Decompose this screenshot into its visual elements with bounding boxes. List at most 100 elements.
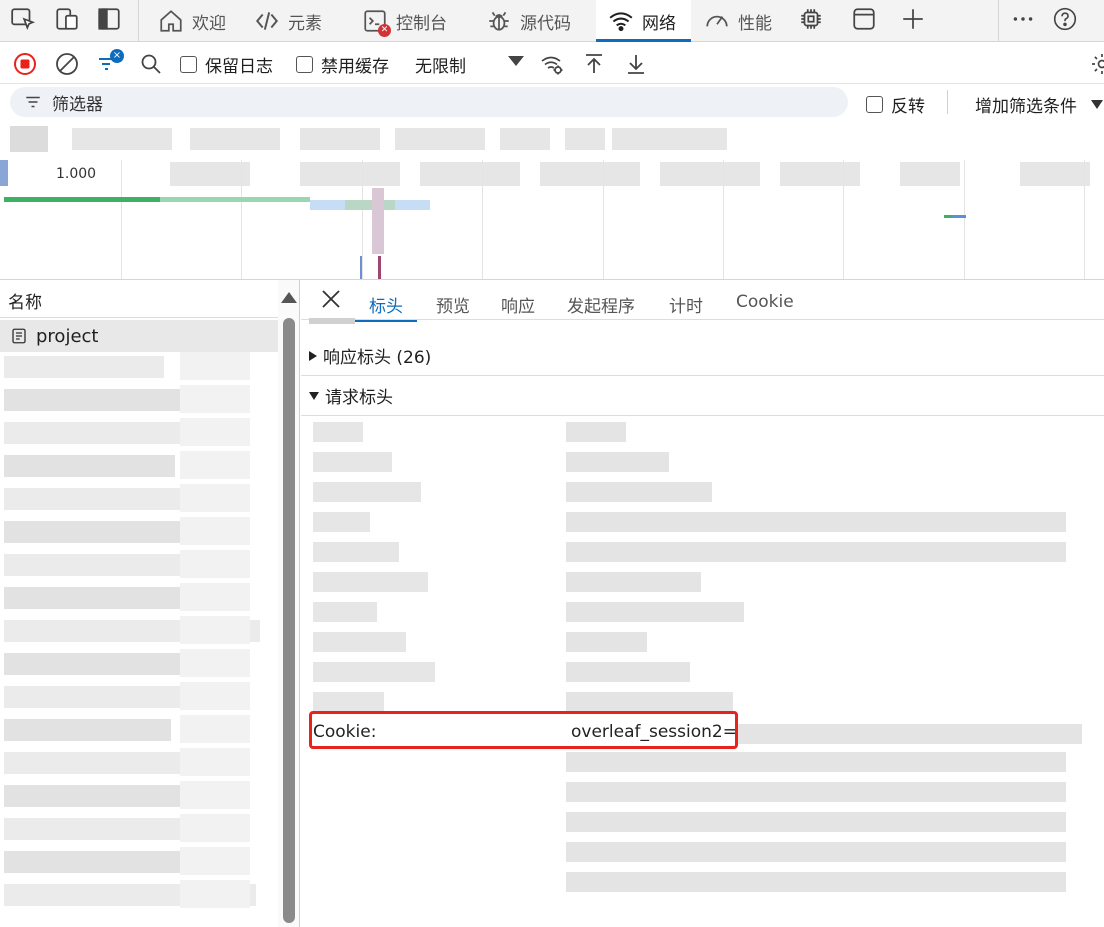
network-toolbar: × 保留日志 禁用缓存 无限制 bbox=[0, 42, 1104, 84]
blurred-header-value bbox=[566, 602, 744, 622]
add-tool-icon[interactable] bbox=[900, 6, 930, 36]
throttling-chevron-down-icon[interactable] bbox=[508, 56, 524, 66]
request-details-panel: 标头 预览 响应 发起程序 计时 Cookie 响应标头 (26) 请求标头 C… bbox=[301, 280, 1104, 927]
blurred-row bbox=[180, 649, 250, 677]
blurred-header-value bbox=[566, 692, 733, 712]
close-icon[interactable] bbox=[319, 287, 343, 311]
filter-toggle-button[interactable]: × bbox=[95, 49, 124, 78]
tab-sources[interactable]: 源代码 bbox=[480, 0, 577, 42]
blurred-header-value bbox=[566, 422, 626, 442]
tab-timing[interactable]: 计时 bbox=[669, 292, 703, 317]
tab-console[interactable]: ✕ 控制台 bbox=[356, 0, 453, 42]
blurred-row bbox=[180, 385, 250, 413]
throttling-select[interactable]: 无限制 bbox=[415, 52, 466, 77]
blurred-row bbox=[180, 451, 250, 479]
tab-label: 欢迎 bbox=[192, 13, 226, 34]
blurred-header-value bbox=[566, 452, 669, 472]
checkbox-label: 反转 bbox=[891, 97, 925, 117]
record-stop-icon bbox=[14, 53, 36, 75]
checkbox-box[interactable] bbox=[180, 56, 197, 73]
scrollbar-thumb[interactable] bbox=[283, 318, 295, 923]
application-panel-icon[interactable] bbox=[851, 6, 881, 36]
tab-welcome[interactable]: 欢迎 bbox=[152, 0, 232, 42]
home-icon bbox=[160, 10, 182, 32]
collapsed-section-remnant bbox=[309, 318, 369, 324]
blurred-row bbox=[4, 389, 201, 411]
blurred-row bbox=[4, 653, 197, 675]
blurred-header-name bbox=[313, 602, 377, 622]
blurred-row bbox=[4, 455, 175, 477]
section-title: 请求标头 bbox=[325, 388, 393, 408]
tab-initiator[interactable]: 发起程序 bbox=[567, 292, 635, 317]
checkbox-box[interactable] bbox=[296, 56, 313, 73]
blurred-header-name bbox=[313, 482, 421, 502]
record-button[interactable] bbox=[11, 50, 39, 78]
tab-performance[interactable]: 性能 bbox=[698, 0, 778, 42]
details-tabbar: 标头 预览 响应 发起程序 计时 Cookie bbox=[301, 280, 1104, 322]
blurred-row bbox=[180, 517, 250, 545]
gauge-icon bbox=[706, 15, 728, 27]
inspect-element-icon[interactable] bbox=[10, 6, 40, 36]
blurred-header-name bbox=[313, 542, 399, 562]
more-options-icon[interactable] bbox=[1010, 6, 1040, 36]
blurred-row bbox=[4, 356, 164, 378]
tab-label: 元素 bbox=[288, 13, 322, 34]
tab-headers[interactable]: 标头 bbox=[355, 292, 417, 322]
filter-input[interactable]: 筛选器 bbox=[10, 87, 848, 117]
network-conditions-button[interactable] bbox=[538, 50, 566, 78]
blurred-header-value bbox=[566, 482, 712, 502]
tab-preview[interactable]: 预览 bbox=[436, 292, 470, 317]
blurred-header-value bbox=[566, 512, 1066, 532]
scroll-up-icon[interactable] bbox=[281, 292, 297, 303]
preserve-log-checkbox[interactable]: 保留日志 bbox=[180, 52, 273, 77]
blurred-header-value bbox=[566, 632, 647, 652]
tab-label: 控制台 bbox=[396, 13, 447, 34]
disable-cache-checkbox[interactable]: 禁用缓存 bbox=[296, 52, 389, 77]
request-row-selected[interactable]: project bbox=[0, 320, 278, 352]
tab-response[interactable]: 响应 bbox=[501, 292, 535, 317]
error-badge-icon: ✕ bbox=[378, 24, 391, 37]
clear-button[interactable] bbox=[53, 50, 81, 78]
blurred-row bbox=[180, 814, 250, 842]
blurred-row bbox=[180, 682, 250, 710]
checkbox-label: 禁用缓存 bbox=[321, 57, 389, 77]
device-emulation-icon[interactable] bbox=[54, 6, 84, 36]
download-icon bbox=[628, 55, 644, 74]
overview-tick-label: 1.000 bbox=[56, 166, 97, 182]
network-overview-timeline[interactable]: 1.000 bbox=[0, 122, 1104, 280]
blurred-header-name bbox=[313, 572, 428, 592]
add-filter-dropdown[interactable]: 增加筛选条件 bbox=[975, 92, 1103, 117]
blurred-row bbox=[4, 554, 186, 576]
network-settings-button[interactable] bbox=[1088, 50, 1104, 78]
help-icon[interactable] bbox=[1052, 6, 1082, 36]
tab-cookies[interactable]: Cookie bbox=[736, 292, 794, 312]
collapse-arrow-icon bbox=[309, 391, 319, 400]
blurred-header-value bbox=[566, 842, 1066, 862]
memory-chip-icon[interactable] bbox=[798, 6, 828, 36]
code-icon bbox=[255, 12, 279, 30]
expand-arrow-icon bbox=[309, 350, 317, 361]
request-headers-section[interactable]: 请求标头 bbox=[301, 376, 1104, 416]
checkbox-box[interactable] bbox=[866, 96, 883, 113]
section-title: 响应标头 (26) bbox=[323, 348, 432, 368]
name-column-header[interactable]: 名称 bbox=[0, 280, 278, 318]
search-button[interactable] bbox=[137, 50, 165, 78]
devtools-tab-strip: 欢迎 元素 ✕ 控制台 源代码 网络 性能 bbox=[0, 0, 1104, 42]
bug-icon bbox=[489, 11, 509, 31]
blurred-row bbox=[4, 818, 182, 840]
invert-checkbox[interactable]: 反转 bbox=[866, 92, 925, 117]
import-har-button[interactable] bbox=[580, 50, 608, 78]
tab-network[interactable]: 网络 bbox=[596, 0, 691, 42]
response-headers-section[interactable]: 响应标头 (26) bbox=[301, 336, 1104, 376]
blurred-header-value bbox=[566, 782, 1066, 802]
dock-side-icon[interactable] bbox=[96, 6, 126, 36]
filter-row: 筛选器 反转 增加筛选条件 bbox=[0, 84, 1104, 122]
blurred-header-name bbox=[313, 512, 370, 532]
export-har-button[interactable] bbox=[622, 50, 650, 78]
add-filter-label: 增加筛选条件 bbox=[975, 97, 1077, 117]
blurred-row bbox=[180, 550, 250, 578]
blurred-row bbox=[180, 352, 250, 380]
tab-elements[interactable]: 元素 bbox=[248, 0, 328, 42]
blurred-row bbox=[4, 752, 208, 774]
blurred-header-value bbox=[566, 572, 701, 592]
